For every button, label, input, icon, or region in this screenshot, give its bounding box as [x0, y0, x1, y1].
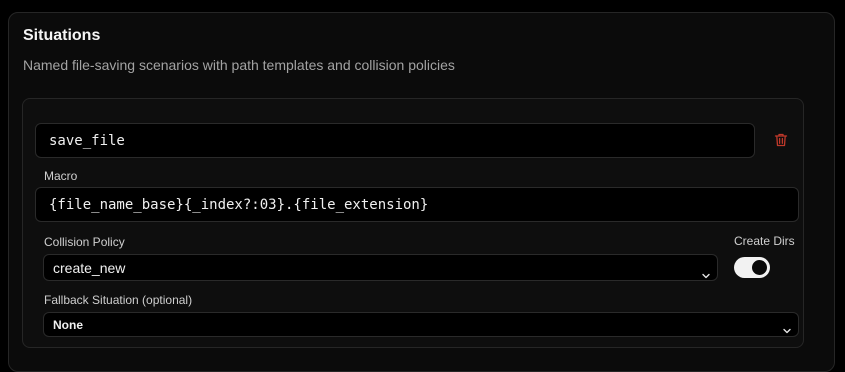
- collision-policy-select[interactable]: create_new: [43, 254, 718, 281]
- fallback-situation-select[interactable]: None: [43, 312, 799, 337]
- toggle-knob: [752, 260, 767, 275]
- section-title: Situations: [23, 27, 101, 44]
- create-dirs-label: Create Dirs: [734, 234, 795, 248]
- fallback-situation-value: None: [53, 318, 83, 332]
- collision-policy-value: create_new: [53, 260, 126, 276]
- chevron-down-icon: [782, 320, 792, 333]
- fallback-situation-label: Fallback Situation (optional): [44, 293, 193, 307]
- create-dirs-toggle[interactable]: [734, 257, 770, 278]
- trash-icon[interactable]: [773, 132, 789, 148]
- section-subtitle: Named file-saving scenarios with path te…: [23, 57, 455, 73]
- situation-name-input[interactable]: [35, 123, 755, 158]
- macro-label: Macro: [44, 169, 78, 183]
- macro-input[interactable]: [35, 187, 799, 222]
- collision-policy-label: Collision Policy: [44, 235, 125, 249]
- chevron-down-icon: [701, 263, 711, 278]
